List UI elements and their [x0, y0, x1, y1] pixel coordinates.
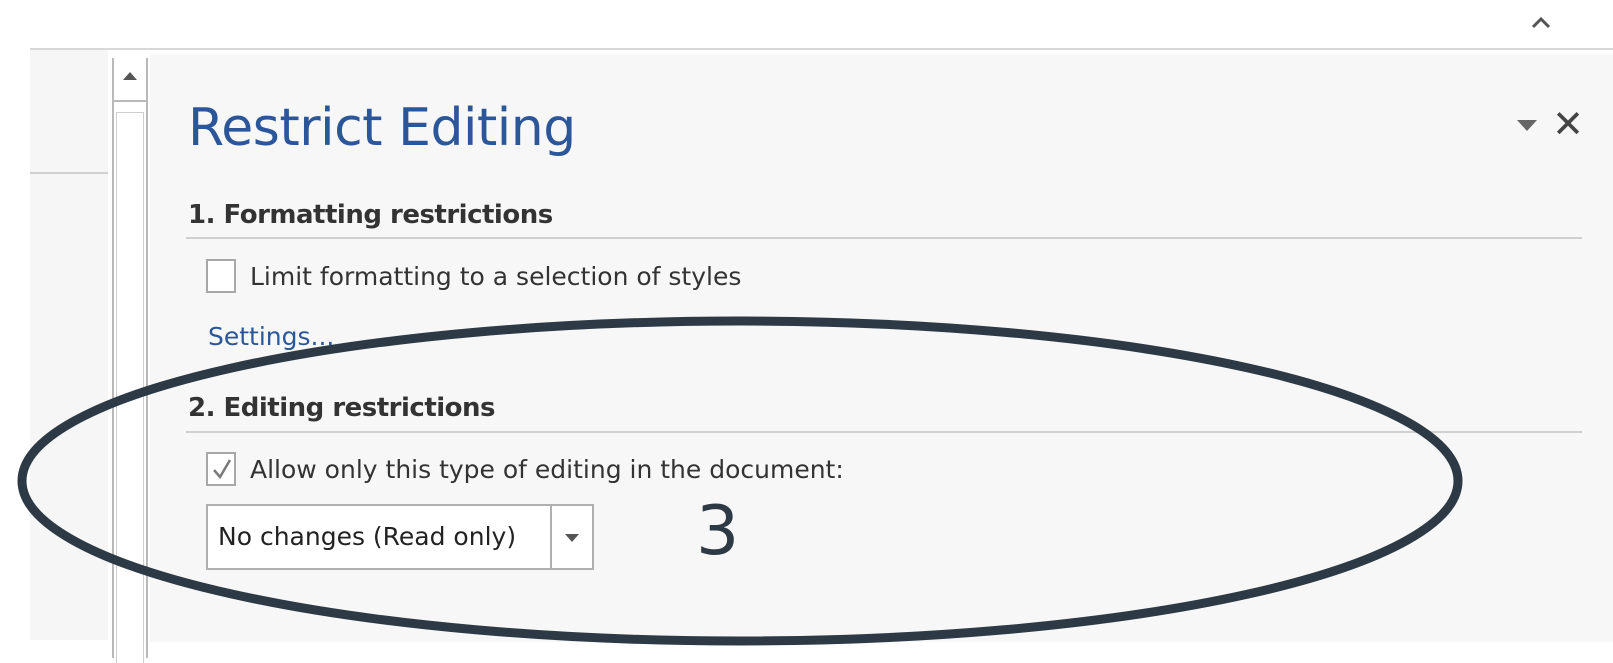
allow-editing-type-checkbox[interactable]: [206, 452, 236, 486]
pane-close-button[interactable]: ✕: [1551, 104, 1585, 144]
annotation-step-number: 3: [696, 492, 740, 571]
word-window: Restrict Editing ✕ 1. Formatting restric…: [0, 0, 1613, 663]
editing-restrictions-heading: 2. Editing restrictions: [188, 393, 496, 423]
vertical-scrollbar[interactable]: [112, 58, 148, 663]
limit-formatting-label: Limit formatting to a selection of style…: [250, 262, 742, 291]
section-divider: [186, 431, 1582, 433]
chevron-up-icon: [1531, 16, 1551, 29]
formatting-restrictions-heading: 1. Formatting restrictions: [188, 200, 553, 230]
pane-title: Restrict Editing: [188, 98, 576, 158]
scrollbar-thumb[interactable]: [116, 112, 144, 663]
dropdown-triangle-icon: [1517, 120, 1537, 131]
section-divider: [186, 237, 1582, 239]
pane-options-button[interactable]: [1515, 116, 1539, 134]
collapse-ribbon-button[interactable]: [1525, 8, 1557, 40]
restrict-editing-pane: Restrict Editing ✕ 1. Formatting restric…: [150, 54, 1613, 642]
settings-link[interactable]: Settings...: [208, 322, 334, 351]
scroll-up-arrow-icon: [123, 72, 137, 80]
ribbon-divider: [30, 48, 1613, 50]
allow-editing-type-label: Allow only this type of editing in the d…: [250, 455, 844, 484]
editing-type-dropdown[interactable]: No changes (Read only): [206, 504, 594, 570]
dropdown-arrow-button[interactable]: [550, 506, 592, 568]
limit-formatting-checkbox[interactable]: [206, 259, 236, 293]
document-divider: [30, 172, 108, 174]
scroll-up-button[interactable]: [114, 58, 146, 102]
checkmark-icon: [213, 459, 232, 480]
chevron-down-icon: [565, 534, 579, 542]
editing-type-value: No changes (Read only): [218, 522, 517, 551]
document-area: [30, 50, 108, 640]
close-icon: ✕: [1552, 102, 1584, 146]
